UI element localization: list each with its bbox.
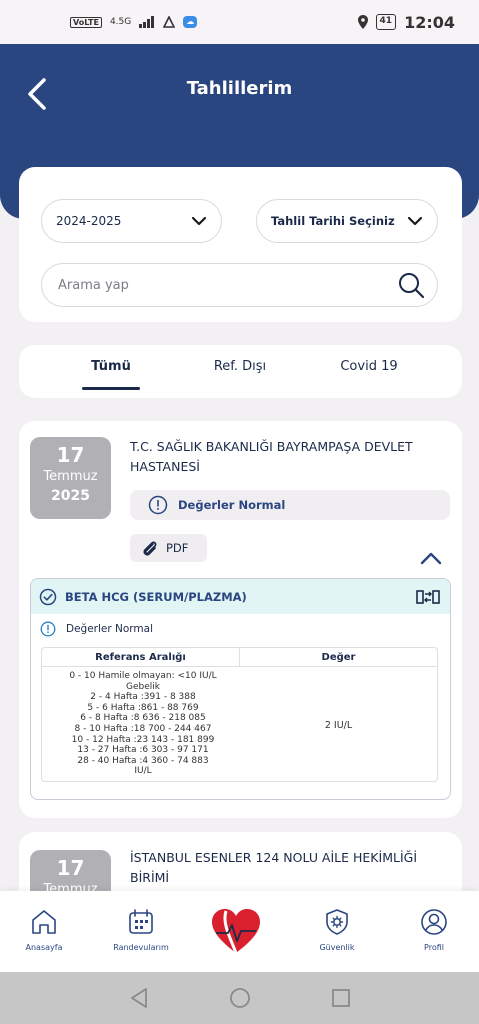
chevron-up-icon[interactable] [419,549,443,569]
nav-appointments[interactable]: Randevularım [101,907,181,952]
pdf-label: PDF [166,541,189,555]
date-box: 17 Temmuz 2025 [30,437,111,519]
search-box [41,263,438,307]
profile-icon [421,909,447,935]
test-name: BETA HCG (SERUM/PLAZMA) [65,589,247,604]
date-year: 2025 [51,488,90,504]
nav-label: Randevularım [113,943,169,952]
heart-logo-icon [212,909,260,954]
value-cell: 2 IU/L [324,720,353,731]
tab-ref-disi[interactable]: Ref. Dışı [200,359,280,374]
ref-line: 5 - 6 Hafta :861 - 88 769 [87,702,199,713]
cloud-icon: ☁ [183,16,198,28]
chevron-down-icon [407,216,423,226]
nav-label: Güvenlik [319,943,355,952]
tab-covid-19[interactable]: Covid 19 [329,359,409,374]
date-day: 17 [56,443,85,467]
status-bar: VoLTE 4.5G ☁ 41 12:04 [0,0,479,44]
info-icon [40,621,56,637]
location-icon [357,15,368,29]
date-day: 17 [56,856,85,880]
reference-range-cell: 0 - 10 Hamile olmayan: <10 IU/L Gebelik … [50,671,236,777]
year-select[interactable]: 2024-2025 [41,199,222,243]
home-icon [32,910,56,934]
hospital-name: İSTANBUL ESENLER 124 NOLU AİLE HEKİMLİĞİ… [130,850,417,885]
ref-line: IU/L [134,766,152,777]
ref-line: 6 - 8 Hafta :8 636 - 218 085 [80,713,206,724]
search-icon[interactable] [397,271,425,299]
tab-all[interactable]: Tümü [82,359,140,374]
date-select[interactable]: Tahlil Tarihi Seçiniz [256,199,438,243]
nav-profile[interactable]: Profil [394,907,474,952]
test-header[interactable]: BETA HCG (SERUM/PLAZMA) [31,579,450,614]
home-circle-icon[interactable] [229,987,251,1009]
pdf-button[interactable]: PDF [130,534,207,562]
ref-line: 13 - 27 Hafta :6 303 - 97 171 [77,745,209,756]
test-status-text: Değerler Normal [66,623,154,635]
app-a-icon [163,16,176,28]
network-type: 4.5G [109,17,132,27]
volte-indicator: VoLTE [70,16,102,28]
nav-label: Anasayfa [25,943,63,952]
tabs-card: Tümü Ref. Dışı Covid 19 [19,345,462,398]
result-card: 17 Temmuz 2025 T.C. SAĞLIK BAKANLIĞI BAY… [19,421,462,818]
battery-indicator: 41 [375,14,397,30]
compare-icon[interactable] [416,589,440,605]
status-badge: Değerler Normal [130,490,450,520]
nav-center-heart[interactable] [206,903,266,959]
ref-line: Gebelik [126,681,160,692]
bottom-nav: Anasayfa Randevularım Güvenlik Profil [0,891,479,972]
date-select-value: Tahlil Tarihi Seçiniz [271,214,395,228]
back-triangle-icon[interactable] [129,987,149,1009]
reference-table: Referans Aralığı Değer 0 - 10 Hamile olm… [41,647,438,782]
hospital-name: T.C. SAĞLIK BAKANLIĞI BAYRAMPAŞA DEVLET … [130,439,413,474]
date-month: Temmuz [43,469,98,484]
col-header-value: Değer [240,648,437,667]
ref-line: 8 - 10 Hafta :18 700 - 244 467 [74,723,212,734]
test-status: Değerler Normal [40,621,153,637]
ref-line: 0 - 10 Hamile olmayan: <10 IU/L [69,671,217,681]
year-select-value: 2024-2025 [56,214,122,228]
recents-square-icon[interactable] [331,988,351,1008]
paperclip-icon [143,541,157,556]
check-circle-icon [39,588,57,605]
active-tab-indicator [82,387,140,390]
shield-gear-icon [326,909,348,935]
nav-label: Profil [424,943,444,952]
clock: 12:04 [404,12,455,32]
filter-card: 2024-2025 Tahlil Tarihi Seçiniz [19,167,462,322]
ref-line: 10 - 12 Hafta :23 143 - 181 899 [71,734,215,745]
nav-home[interactable]: Anasayfa [4,907,84,952]
info-icon [148,495,168,515]
ref-line: 2 - 4 Hafta :391 - 8 388 [90,692,196,703]
ref-line: 28 - 40 Hafta :4 360 - 74 883 [77,755,209,766]
search-input[interactable] [58,277,397,293]
signal-icon [139,16,155,28]
system-nav-bar [0,972,479,1024]
nav-security[interactable]: Güvenlik [297,907,377,952]
col-header-reference: Referans Aralığı [42,648,240,667]
status-text: Değerler Normal [178,498,286,512]
test-detail-panel: BETA HCG (SERUM/PLAZMA) Değerler Normal … [30,578,451,800]
page-title: Tahlillerim [186,78,293,99]
chevron-down-icon [191,216,207,226]
calendar-icon [129,909,153,934]
